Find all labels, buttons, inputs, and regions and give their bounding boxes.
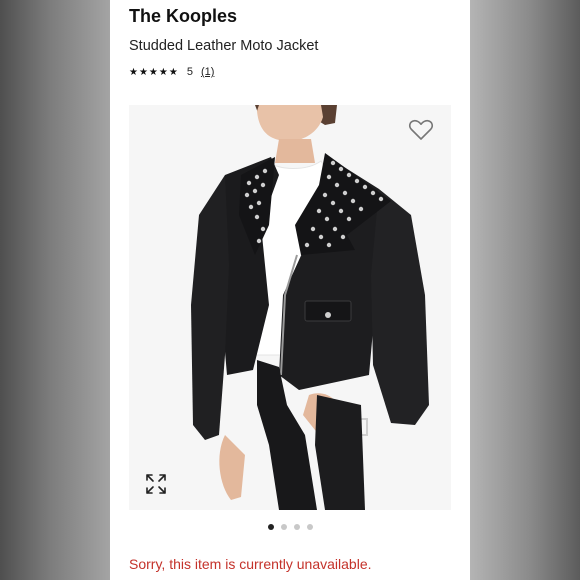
product-image[interactable] bbox=[129, 105, 451, 510]
product-title: Studded Leather Moto Jacket bbox=[129, 38, 319, 54]
background-left-panel bbox=[0, 0, 110, 580]
carousel-dot-3[interactable] bbox=[293, 524, 300, 530]
jacket-photo-illustration bbox=[129, 105, 451, 510]
brand-name[interactable]: The Kooples bbox=[129, 6, 237, 27]
background-right-panel bbox=[470, 0, 580, 580]
product-card: The Kooples Studded Leather Moto Jacket … bbox=[110, 0, 470, 580]
carousel-dot-1[interactable] bbox=[267, 524, 274, 530]
carousel-dot-2[interactable] bbox=[280, 524, 287, 530]
star-rating-icon: ★★★★★ bbox=[129, 66, 179, 78]
review-count-link[interactable]: (1) bbox=[201, 66, 214, 78]
carousel-dot-4[interactable] bbox=[306, 524, 313, 530]
expand-arrows-icon[interactable] bbox=[145, 473, 167, 495]
carousel-pagination bbox=[110, 524, 470, 530]
heart-outline-icon[interactable] bbox=[408, 118, 434, 142]
rating-value: 5 bbox=[186, 66, 193, 78]
unavailable-message: Sorry, this item is currently unavailabl… bbox=[129, 556, 372, 572]
rating-row: ★★★★★ 5 (1) bbox=[129, 66, 214, 78]
